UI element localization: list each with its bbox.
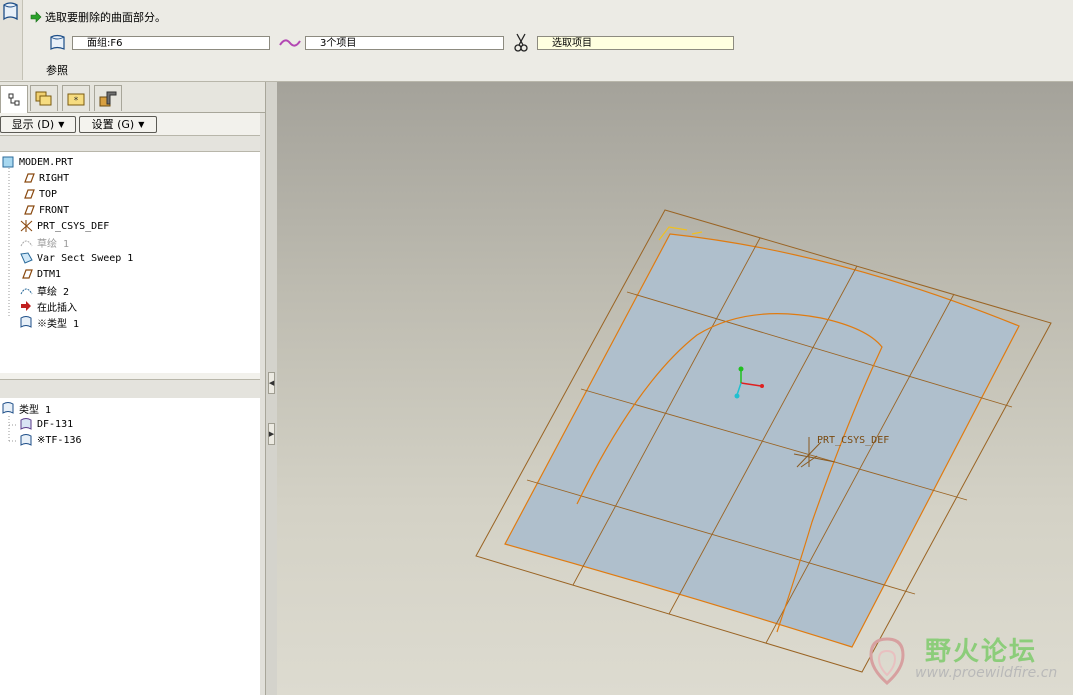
watermark: 野火论坛 www.proewildfire.cn [859, 625, 1069, 689]
navigator-tabs: * [0, 82, 265, 113]
tree-item-csys[interactable]: PRT_CSYS_DEF [19, 218, 109, 234]
detail-item-df-131[interactable]: DF-131 [19, 416, 73, 432]
graphics-window[interactable]: PRT_CSYS_DEF 野火论坛 www.proewildfire.cn [277, 82, 1073, 695]
model-tree: MODEM.PRT RIGHT TOP FRONT PRT_CSYS_DEF 草… [0, 152, 261, 373]
tab-folder-browser[interactable] [30, 85, 58, 111]
surface-icon [20, 418, 32, 430]
references-tab[interactable]: 参照 [46, 62, 68, 78]
sketch-icon [20, 240, 33, 247]
expand-right-handle[interactable]: ▶ [268, 423, 275, 445]
quilt-icon [20, 316, 32, 328]
watermark-text: 野火论坛 [925, 637, 1038, 667]
insert-here-arrow-icon [21, 301, 31, 311]
csys-label: PRT_CSYS_DEF [817, 435, 889, 446]
tree-item-quilt-type-1[interactable]: ※类型 1 [19, 314, 79, 330]
favorites-folder-icon: * [67, 93, 85, 106]
detail-item-type-1[interactable]: 类型 1 [1, 400, 51, 416]
kept-side-collector[interactable]: 选取项目 [537, 36, 734, 50]
surface-icon [20, 434, 32, 446]
detail-item-tf-136[interactable]: ※TF-136 [19, 432, 82, 448]
sketch-icon [20, 288, 33, 295]
tools-icon [99, 91, 117, 106]
watermark-url: www.proewildfire.cn [915, 665, 1058, 681]
tree-item-part[interactable]: MODEM.PRT [1, 154, 73, 170]
tree-item-dtm1[interactable]: DTM1 [19, 266, 61, 282]
chevron-down-icon: ▼ [138, 119, 145, 129]
quilt-icon[interactable] [48, 34, 68, 52]
model-view: PRT_CSYS_DEF [475, 209, 1052, 673]
feature-type-icon [0, 0, 23, 80]
collapse-left-handle[interactable]: ◀ [268, 372, 275, 394]
chevron-down-icon: ▼ [58, 119, 65, 129]
tree-item-insert-here[interactable]: 在此插入 [19, 298, 77, 314]
datum-plane-icon [24, 205, 35, 215]
tree-item-sketch-1[interactable]: 草绘 1 [19, 234, 69, 250]
green-arrow-icon [30, 11, 42, 23]
navigator-panel: * 显示 (D) ▼ 设置 (G) ▼ MODEM.PRT RIGHT TOP … [0, 82, 265, 695]
csys-icon [20, 220, 33, 232]
model-tree-header [0, 135, 260, 152]
svg-text:*: * [74, 96, 79, 106]
quilt-collector[interactable]: 面组:F6 [72, 36, 270, 50]
tree-item-front[interactable]: FRONT [21, 202, 69, 218]
tab-model-tree[interactable] [0, 85, 28, 113]
trim-curve-icon[interactable] [278, 34, 302, 52]
datum-plane-icon [22, 269, 33, 279]
show-dropdown[interactable]: 显示 (D) ▼ [0, 115, 76, 133]
show-dropdown-label: 显示 (D) [11, 118, 55, 131]
dashboard: 选取要删除的曲面部分。 面组:F6 3个项目 选取项目 参照 [0, 0, 1073, 82]
sweep-icon [20, 252, 33, 264]
tree-item-right[interactable]: RIGHT [21, 170, 69, 186]
detail-tree-header [0, 379, 260, 399]
tree-item-top[interactable]: TOP [21, 186, 57, 202]
message-prompt: 选取要删除的曲面部分。 [30, 10, 166, 24]
tree-item-var-sect-sweep[interactable]: Var Sect Sweep 1 [19, 250, 133, 266]
settings-dropdown[interactable]: 设置 (G) ▼ [79, 115, 157, 133]
settings-dropdown-label: 设置 (G) [91, 118, 135, 131]
quilt-icon [2, 402, 14, 414]
tree-item-sketch-2[interactable]: 草绘 2 [19, 282, 69, 298]
datum-plane-icon [24, 173, 35, 183]
model-tree-icon [8, 93, 20, 105]
quilt-surface[interactable] [504, 233, 1020, 648]
datum-plane-icon [24, 189, 35, 199]
scissors-icon[interactable] [512, 33, 530, 53]
watermark-flame-icon [869, 637, 905, 685]
detail-tree: 类型 1 DF-131 ※TF-136 [0, 398, 261, 695]
folders-icon [35, 91, 52, 105]
tab-favorites[interactable]: * [62, 85, 90, 111]
trim-object-collector[interactable]: 3个项目 [305, 36, 504, 50]
part-icon [2, 156, 14, 168]
tab-connections[interactable] [94, 85, 122, 111]
prompt-text: 选取要删除的曲面部分。 [45, 11, 166, 24]
